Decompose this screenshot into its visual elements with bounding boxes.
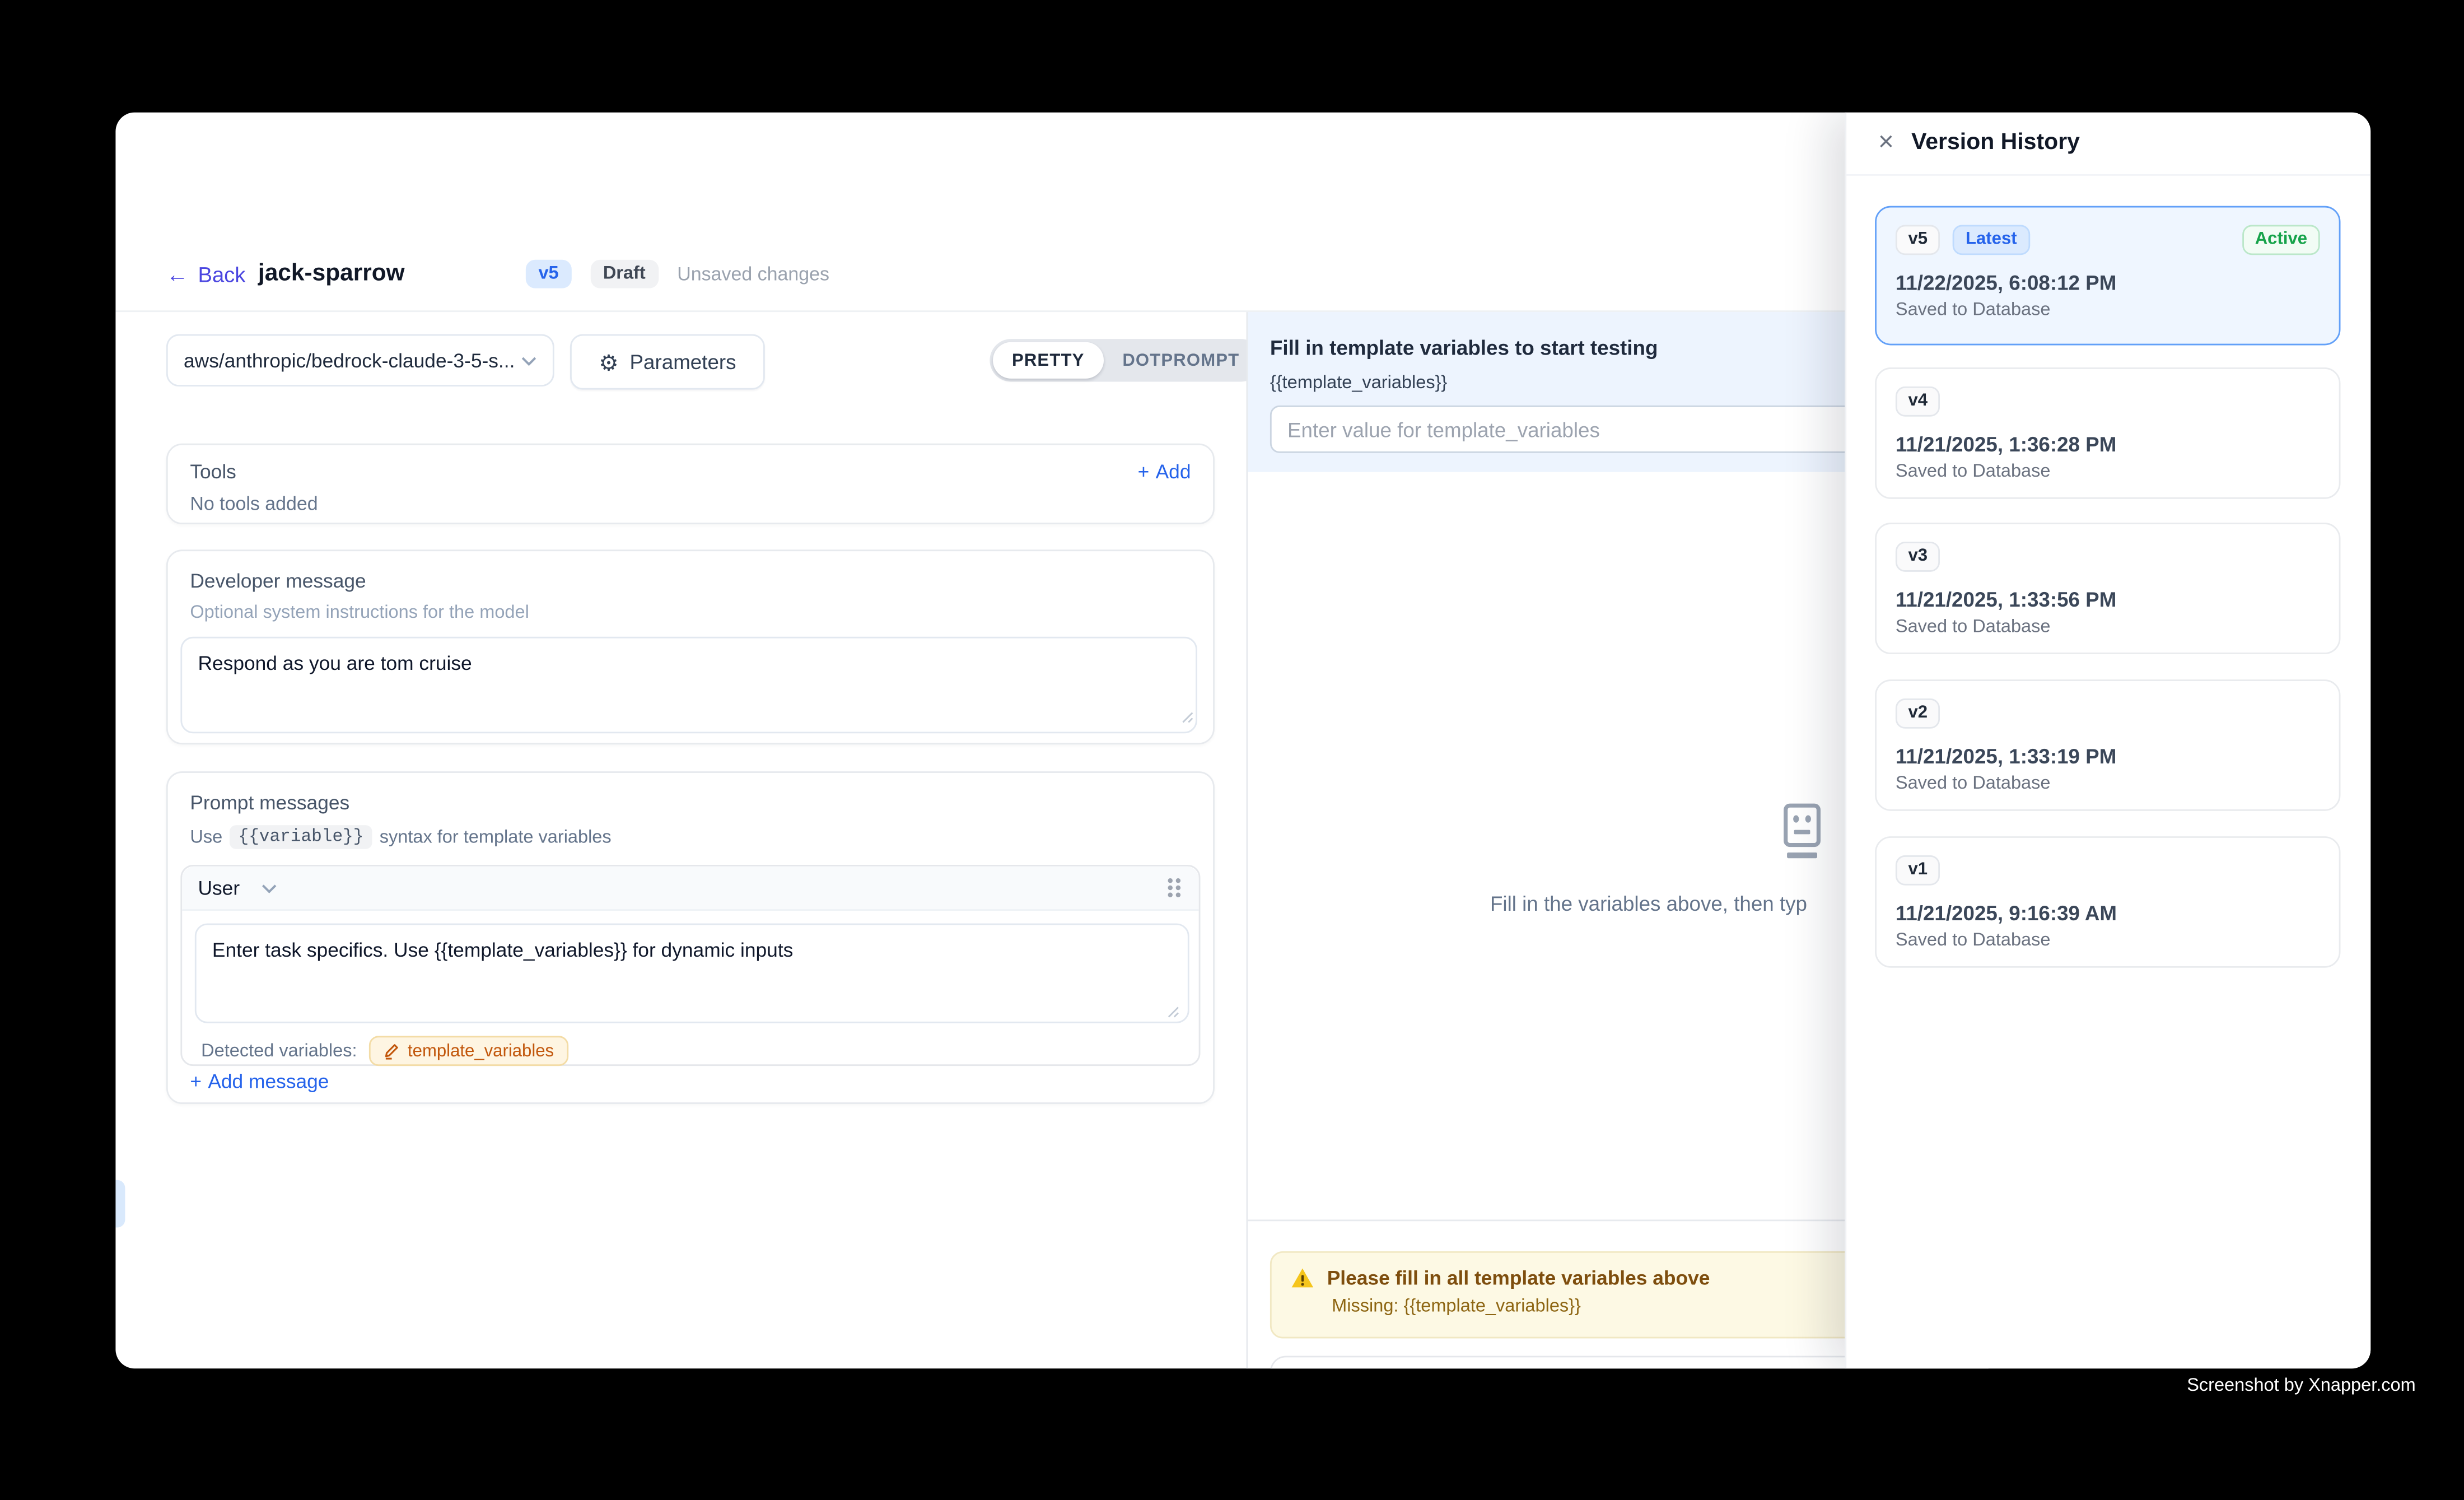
developer-message-card: Developer message Optional system instru… — [166, 549, 1215, 744]
version-number-badge: v4 — [1896, 386, 1940, 417]
role-select-value: User — [198, 877, 240, 899]
version-card-v2[interactable]: v2 11/21/2025, 1:33:19 PM Saved to Datab… — [1875, 679, 2340, 811]
version-number-badge: v3 — [1896, 542, 1940, 572]
version-number-badge: v1 — [1896, 855, 1940, 886]
plus-icon: + — [1138, 461, 1150, 483]
chevron-down-icon — [521, 356, 536, 365]
subtitle-prefix: Use — [190, 828, 222, 847]
tools-card: Tools + Add No tools added — [166, 444, 1215, 524]
drawer-title: Version History — [1911, 130, 2080, 155]
version-card-v4[interactable]: v4 11/21/2025, 1:36:28 PM Saved to Datab… — [1875, 367, 2340, 499]
message-header: User — [182, 867, 1198, 911]
model-select[interactable]: aws/anthropic/bedrock-claude-3-5-s... — [166, 334, 554, 386]
tools-title: Tools — [190, 461, 236, 483]
parameters-button[interactable]: ⚙ Parameters — [570, 334, 765, 390]
warning-title: Please fill in all template variables ab… — [1327, 1267, 1710, 1289]
developer-message-input[interactable]: Respond as you are tom cruise — [180, 637, 1197, 733]
close-icon[interactable]: × — [1872, 127, 1900, 159]
detected-variables-label: Detected variables: — [201, 1041, 357, 1060]
version-badge: v5 — [526, 260, 571, 288]
watermark-text: Screenshot by Xnapper.com — [2187, 1376, 2416, 1395]
edge-peek-panel — [115, 1180, 125, 1228]
drawer-header: × Version History — [1846, 113, 2370, 176]
toggle-option-pretty[interactable]: PRETTY — [993, 342, 1103, 379]
version-timestamp: 11/22/2025, 6:08:12 PM — [1896, 271, 2320, 295]
latest-badge: Latest — [1953, 225, 2029, 255]
page-title: jack-sparrow — [258, 258, 405, 290]
version-history-drawer: × Version History v5 Latest Active 11/22… — [1845, 113, 2370, 1368]
active-badge: Active — [2242, 225, 2320, 255]
version-status: Saved to Database — [1896, 775, 2320, 794]
gear-icon: ⚙ — [599, 351, 619, 373]
empty-state-text: Fill in the variables above, then typ — [1490, 892, 1807, 915]
prompt-messages-card: Prompt messages Use {{variable}} syntax … — [166, 771, 1215, 1104]
header-badges: v5 Draft Unsaved changes — [526, 260, 829, 288]
version-number-badge: v2 — [1896, 698, 1940, 729]
developer-message-subtitle: Optional system instructions for the mod… — [190, 603, 1200, 622]
back-button[interactable]: ← Back — [166, 262, 245, 286]
warning-icon — [1291, 1267, 1314, 1289]
add-message-button[interactable]: + Add message — [190, 1071, 329, 1093]
app-window: ← Back jack-sparrow v5 Draft Unsaved cha… — [115, 113, 2370, 1368]
version-status: Saved to Database — [1896, 301, 2320, 320]
chevron-down-icon — [262, 883, 278, 892]
version-status: Saved to Database — [1896, 463, 2320, 482]
message-block: User Enter task specifics. — [180, 865, 1200, 1066]
detected-variables-row: Detected variables: template_variables — [182, 1036, 1198, 1066]
add-message-label: Add message — [208, 1071, 329, 1093]
drag-dots-icon — [1165, 876, 1183, 900]
subtitle-suffix: syntax for template variables — [380, 828, 612, 847]
version-card-v3[interactable]: v3 11/21/2025, 1:33:56 PM Saved to Datab… — [1875, 523, 2340, 654]
developer-message-title: Developer message — [190, 570, 1200, 593]
variable-syntax-chip: {{variable}} — [230, 825, 371, 849]
version-card-v1[interactable]: v1 11/21/2025, 9:16:39 AM Saved to Datab… — [1875, 836, 2340, 968]
drag-handle[interactable] — [1165, 876, 1183, 900]
bot-icon — [1780, 803, 1824, 860]
version-number-badge: v5 — [1896, 225, 1940, 255]
version-card-v5[interactable]: v5 Latest Active 11/22/2025, 6:08:12 PM … — [1875, 206, 2340, 346]
prompt-messages-title: Prompt messages — [190, 792, 1200, 814]
pencil-icon — [384, 1042, 400, 1060]
header-row: ← Back — [166, 258, 245, 290]
template-variable-chip-label: template_variables — [408, 1041, 554, 1060]
role-select[interactable]: User — [198, 877, 278, 899]
no-tools-text: No tools added — [190, 492, 1191, 515]
back-arrow-icon: ← — [166, 263, 189, 285]
parameters-label: Parameters — [630, 350, 736, 374]
prompt-messages-subtitle: Use {{variable}} syntax for template var… — [190, 825, 1200, 849]
add-tool-label: Add — [1156, 461, 1191, 483]
plus-icon: + — [190, 1071, 202, 1093]
version-timestamp: 11/21/2025, 1:33:56 PM — [1896, 588, 2320, 611]
template-variable-chip[interactable]: template_variables — [370, 1036, 568, 1066]
version-timestamp: 11/21/2025, 1:36:28 PM — [1896, 432, 2320, 456]
draft-badge: Draft — [590, 260, 658, 288]
format-toggle: PRETTY DOTPROMPT — [990, 339, 1261, 381]
toggle-option-dotprompt[interactable]: DOTPROMPT — [1103, 342, 1258, 379]
model-select-value: aws/anthropic/bedrock-claude-3-5-s... — [184, 350, 515, 372]
version-timestamp: 11/21/2025, 9:16:39 AM — [1896, 901, 2320, 925]
user-message-input[interactable]: Enter task specifics. Use {{template_var… — [195, 924, 1189, 1023]
add-tool-button[interactable]: + Add — [1138, 461, 1191, 483]
version-status: Saved to Database — [1896, 618, 2320, 637]
version-timestamp: 11/21/2025, 1:33:19 PM — [1896, 744, 2320, 768]
unsaved-changes-text: Unsaved changes — [677, 263, 829, 285]
screenshot-stage: ← Back jack-sparrow v5 Draft Unsaved cha… — [0, 0, 2464, 1500]
back-label: Back — [198, 262, 245, 286]
version-status: Saved to Database — [1896, 931, 2320, 951]
